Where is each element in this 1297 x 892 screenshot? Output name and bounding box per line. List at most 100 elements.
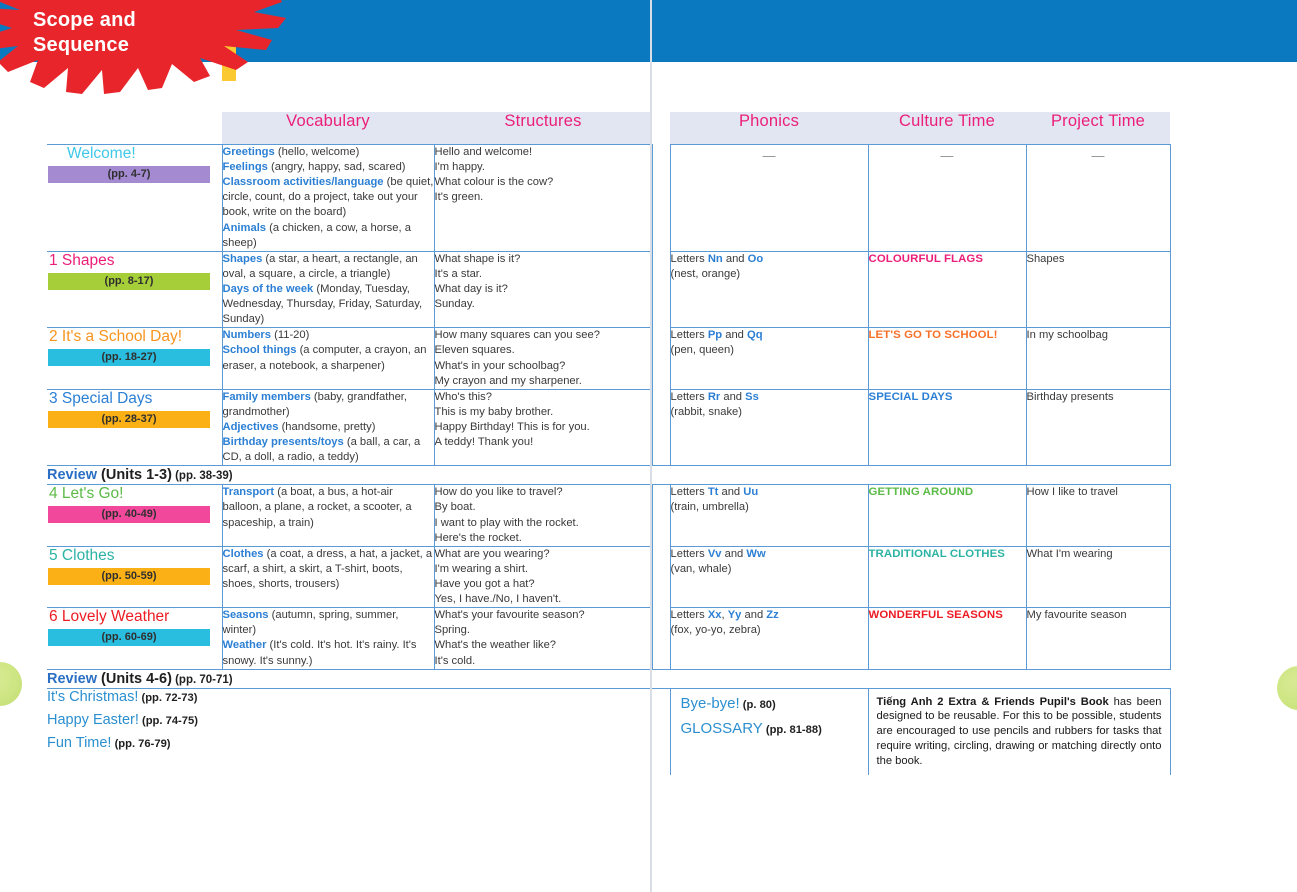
unit-label-cell: 4 Let's Go! (pp. 40-49)	[47, 484, 222, 547]
phonics-letter: Ww	[746, 547, 766, 560]
structure-line: What shape is it?	[434, 252, 521, 265]
vocabulary-item: Transport (a boat, a bus, a hot-air ball…	[223, 485, 434, 530]
unit-pages-badge: (pp. 4-7)	[48, 166, 210, 184]
page-title: Scope and Sequence	[33, 8, 233, 57]
structure-line: It's a star.	[434, 267, 483, 280]
unit-pages-badge: (pp. 60-69)	[48, 629, 210, 647]
culture-time-cell: LET'S GO TO SCHOOL!	[867, 327, 1026, 390]
vocabulary-cell: Transport (a boat, a bus, a hot-air ball…	[221, 484, 434, 547]
table-row: 4 Let's Go! (pp. 40-49) Transport (a boat,…	[47, 484, 1171, 547]
vocabulary-key: Greetings	[222, 146, 275, 158]
review-label-cell: Review (Units 4-6) (pp. 70-71)	[47, 668, 652, 689]
project-time-label: How I like to travel	[1026, 486, 1118, 499]
row-gap	[652, 327, 670, 390]
structure-line: This is my baby brother.	[434, 405, 554, 418]
structure-line: By boat.	[434, 501, 476, 514]
vocabulary-key: Shapes	[222, 252, 263, 265]
extra-item-pages: (pp. 74-75)	[138, 714, 198, 727]
unit-title: 4 Let's Go!	[49, 485, 124, 503]
project-time-label: My favourite season	[1026, 609, 1127, 622]
review-lead: Review	[47, 467, 97, 484]
decorative-circle-left	[0, 662, 22, 706]
table-row: 2 It's a School Day! (pp. 18-27) Numbers (…	[47, 327, 1171, 390]
row-gap	[652, 389, 670, 466]
project-time-label: In my schoolbag	[1026, 329, 1108, 342]
phonics-letter: Xx	[707, 609, 722, 622]
review-pages: (pp. 38-39)	[171, 470, 233, 483]
unit-title: 2 It's a School Day!	[49, 328, 183, 346]
culture-time-cell: GETTING AROUND	[867, 484, 1026, 547]
header-phonics: Phonics	[670, 112, 868, 145]
extra-item: It's Christmas! (pp. 72-73)	[47, 688, 198, 705]
phonics-letters: Letters Xx, Yy and Zz	[670, 609, 779, 622]
vocabulary-key: Numbers	[222, 329, 272, 342]
row-gap	[652, 546, 670, 608]
vocabulary-item: Clothes (a coat, a dress, a hat, a jacke…	[223, 547, 434, 592]
phonics-letter: Qq	[747, 329, 763, 342]
structure-line: How do you like to travel?	[434, 486, 563, 499]
vocabulary-key: Family members	[222, 390, 311, 403]
review-row-units-1-3: Review (Units 1-3) (pp. 38-39)	[47, 465, 1170, 486]
structure-line: My crayon and my sharpener.	[434, 374, 582, 387]
phonics-letter: Zz	[766, 609, 779, 622]
vocabulary-item: Adjectives (handsome, pretty)	[223, 420, 434, 435]
review-gap	[652, 465, 670, 486]
vocabulary-item: Birthday presents/toys (a ball, a car, a…	[223, 435, 434, 465]
project-time-cell: My favourite season	[1025, 607, 1171, 670]
phonics-letter: Ss	[745, 390, 759, 403]
header-culture-time: Culture Time	[868, 112, 1026, 145]
unit-title: Welcome!	[67, 145, 136, 162]
review-units: (Units 1-3)	[96, 467, 172, 484]
structure-line: Yes, I have./No, I haven't.	[434, 593, 562, 606]
project-time-cell: In my schoolbag	[1025, 327, 1171, 390]
unit-pages-badge: (pp. 18-27)	[48, 349, 210, 367]
scope-sequence-table-wrap: Vocabulary Structures Phonics Culture Ti…	[47, 112, 1171, 775]
project-time-cell: Birthday presents	[1025, 388, 1171, 467]
culture-time-label: WONDERFUL SEASONS	[868, 609, 1003, 622]
structures-cell: Who's this? This is my baby brother. Happy…	[433, 388, 653, 467]
vocabulary-item: Numbers (11-20)	[223, 328, 434, 343]
header-unit-blank	[47, 112, 222, 145]
phonics-letter: Oo	[747, 252, 764, 265]
table-body: Welcome! (pp. 4-7) Greetings (hello, welco…	[47, 144, 1171, 775]
vocabulary-item: School things (a computer, a crayon, an …	[223, 343, 434, 373]
phonics-cell: Letters Xx, Yy and Zz (fox, yo-yo, zebra)	[669, 607, 868, 670]
vocabulary-item: Seasons (autumn, spring, summer, winter)	[223, 608, 434, 638]
project-time-cell: How I like to travel	[1025, 484, 1171, 547]
scope-sequence-table: Vocabulary Structures Phonics Culture Ti…	[47, 112, 1171, 775]
seasonal-units-cell: It's Christmas! (pp. 72-73) Happy Easter!…	[47, 688, 652, 774]
culture-time-cell: TRADITIONAL CLOTHES	[867, 545, 1026, 608]
unit-label-cell: 2 It's a School Day! (pp. 18-27)	[47, 327, 222, 390]
row-gap	[652, 607, 670, 670]
culture-time-cell: SPECIAL DAYS	[867, 388, 1026, 467]
table-header-row: Vocabulary Structures Phonics Culture Ti…	[47, 112, 1170, 145]
structures-cell: How many squares can you see? Eleven squa…	[433, 327, 653, 390]
project-time-label: Shapes	[1026, 252, 1065, 265]
page-title-line2: Sequence	[33, 33, 130, 56]
unit-title: 6 Lovely Weather	[49, 608, 170, 626]
scope-and-sequence-page: Scope and Sequence Vocabulary Structures…	[0, 0, 1297, 892]
table-row: Welcome! (pp. 4-7) Greetings (hello, welco…	[47, 144, 1171, 252]
unit-title: 1 Shapes	[49, 251, 115, 269]
unit-label-cell: Welcome! (pp. 4-7)	[47, 144, 222, 252]
extra-item-pages: (pp. 72-73)	[138, 691, 198, 704]
structure-line: Have you got a hat?	[434, 577, 535, 590]
header-gap	[652, 112, 670, 145]
project-time-cell: —	[1025, 144, 1171, 252]
review-row-units-4-6: Review (Units 4-6) (pp. 70-71)	[47, 668, 1170, 689]
phonics-cell: Letters Nn and Oo (nest, orange)	[669, 250, 868, 328]
vocabulary-examples: (angry, happy, sad, scared)	[267, 161, 406, 174]
review-right-blank	[670, 668, 1170, 689]
vocabulary-key: School things	[222, 344, 297, 357]
banner-right	[652, 0, 1297, 62]
vocabulary-key: Animals	[222, 221, 267, 234]
phonics-letters: Letters Rr and Ss	[670, 390, 759, 403]
structure-line: What's the weather like?	[434, 639, 557, 652]
vocabulary-examples: (handsome, pretty)	[278, 420, 376, 433]
structure-line: Hello and welcome!	[434, 146, 533, 158]
vocabulary-key: Adjectives	[222, 420, 279, 433]
extra-item: Happy Easter! (pp. 74-75)	[47, 711, 198, 728]
vocabulary-item: Greetings (hello, welcome)	[223, 145, 434, 160]
unit-title: 5 Clothes	[49, 546, 115, 564]
vocabulary-item: Family members (baby, grandfather, grand…	[223, 390, 434, 420]
